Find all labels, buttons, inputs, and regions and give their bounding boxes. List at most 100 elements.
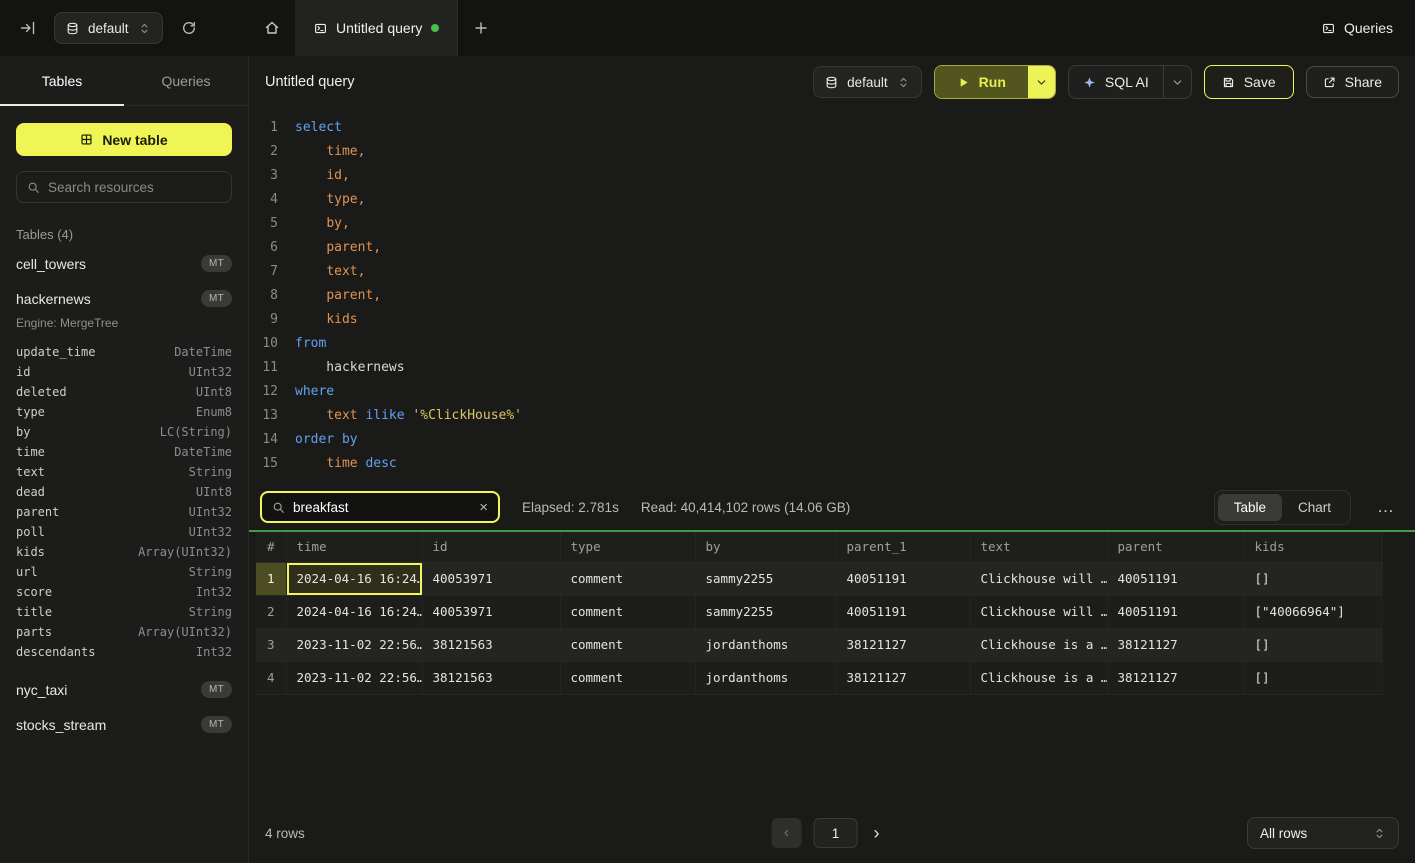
column-header-2[interactable]: id [422, 532, 560, 562]
column-header-1[interactable]: time [286, 532, 422, 562]
sql-ai-button[interactable]: SQL AI [1069, 66, 1163, 98]
sidebar-table-nyc_taxi[interactable]: nyc_taxiMT [0, 672, 248, 707]
table-cell[interactable]: 40051191 [836, 562, 970, 595]
sql-ai-caret[interactable] [1163, 66, 1191, 98]
table-cell[interactable]: 40051191 [1107, 595, 1244, 628]
code-text: hackernews [295, 356, 405, 380]
home-tab[interactable] [249, 0, 296, 56]
column-type: Int32 [196, 585, 232, 599]
next-page-button[interactable]: › [870, 823, 884, 844]
table-cell[interactable]: 38121563 [422, 661, 560, 694]
query-tab[interactable]: Untitled query [296, 0, 458, 56]
column-name: text [16, 465, 45, 479]
chevrons-updown-icon [138, 22, 151, 35]
table-cell[interactable]: 2024-04-16 16:24… [286, 595, 422, 628]
collapse-sidebar-button[interactable] [14, 14, 42, 42]
table-cell[interactable]: 38121127 [836, 628, 970, 661]
view-tab-table[interactable]: Table [1218, 494, 1282, 521]
line-number: 5 [249, 212, 295, 236]
column-header-3[interactable]: type [560, 532, 695, 562]
table-cell[interactable]: Clickhouse will … [970, 562, 1107, 595]
filter-results-input[interactable] [293, 500, 471, 515]
table-cell[interactable]: comment [560, 628, 695, 661]
save-button[interactable]: Save [1204, 65, 1294, 99]
sidebar-table-hackernews[interactable]: hackernewsMT [0, 281, 248, 316]
new-table-label: New table [102, 132, 167, 148]
table-cell[interactable]: jordanthoms [695, 628, 836, 661]
topbar-database-selector[interactable]: default [54, 12, 163, 44]
column-name: score [16, 585, 52, 599]
query-tab-label: Untitled query [336, 20, 422, 36]
column-header-0[interactable]: # [256, 532, 286, 562]
current-page-button[interactable]: 1 [814, 818, 858, 848]
prev-page-button[interactable]: ‹ [772, 818, 802, 848]
table-cell[interactable]: Clickhouse will … [970, 595, 1107, 628]
share-button[interactable]: Share [1306, 66, 1399, 98]
table-cell[interactable]: sammy2255 [695, 562, 836, 595]
sql-editor[interactable]: 1select2 time,3 id,4 type,5 by,6 parent,… [249, 108, 1415, 484]
table-cell[interactable]: Clickhouse is a … [970, 661, 1107, 694]
table-cell[interactable]: [] [1244, 661, 1382, 694]
table-cell[interactable]: 38121563 [422, 628, 560, 661]
code-text: type, [295, 188, 365, 212]
code-token: type, [326, 192, 365, 207]
table-cell[interactable]: 38121127 [1107, 628, 1244, 661]
column-name: parent [16, 505, 59, 519]
table-cell[interactable]: 2024-04-16 16:24… [286, 562, 422, 595]
refresh-icon [181, 20, 197, 36]
row-number: 4 [256, 661, 286, 694]
code-token: select [295, 120, 342, 135]
table-cell[interactable]: comment [560, 562, 695, 595]
column-name: kids [16, 545, 45, 559]
sidebar-tabs: Tables Queries [0, 56, 248, 106]
page-size-select[interactable]: All rows [1247, 817, 1399, 849]
view-tab-chart[interactable]: Chart [1282, 494, 1347, 521]
queries-button[interactable]: Queries [1322, 20, 1393, 36]
table-cell[interactable]: 2023-11-02 22:56… [286, 661, 422, 694]
table-cell[interactable]: jordanthoms [695, 661, 836, 694]
sidebar-tab-tables[interactable]: Tables [0, 56, 124, 105]
table-cell[interactable]: comment [560, 595, 695, 628]
table-cell[interactable]: [] [1244, 628, 1382, 661]
column-type: LC(String) [160, 425, 232, 439]
table-cell[interactable]: 2023-11-02 22:56… [286, 628, 422, 661]
refresh-button[interactable] [175, 14, 203, 42]
column-row: parentUInt32 [16, 502, 232, 522]
code-token [295, 192, 326, 207]
table-cell[interactable]: comment [560, 661, 695, 694]
table-cell[interactable]: ["40066964"] [1244, 595, 1382, 628]
column-header-8[interactable]: kids [1244, 532, 1382, 562]
sidebar-tab-queries[interactable]: Queries [124, 56, 248, 105]
table-row: 12024-04-16 16:24…40053971commentsammy22… [256, 562, 1382, 595]
table-cell[interactable]: 40051191 [1107, 562, 1244, 595]
table-cell[interactable]: sammy2255 [695, 595, 836, 628]
results-filter[interactable]: × [260, 491, 500, 523]
sidebar-table-cell_towers[interactable]: cell_towersMT [0, 246, 248, 281]
column-header-6[interactable]: text [970, 532, 1107, 562]
grid-header-row: #timeidtypebyparent_1textparentkids [256, 532, 1382, 562]
search-resources-input[interactable] [48, 180, 225, 195]
table-cell[interactable]: 40053971 [422, 562, 560, 595]
column-header-7[interactable]: parent [1107, 532, 1244, 562]
header-database-selector[interactable]: default [813, 66, 922, 98]
table-cell[interactable]: 38121127 [1107, 661, 1244, 694]
table-cell[interactable]: 38121127 [836, 661, 970, 694]
table-cell[interactable]: 40053971 [422, 595, 560, 628]
sidebar-table-stocks_stream[interactable]: stocks_streamMT [0, 707, 248, 742]
run-button[interactable]: Run [935, 66, 1028, 98]
run-options-caret[interactable] [1028, 66, 1055, 98]
column-name: by [16, 425, 30, 439]
column-header-5[interactable]: parent_1 [836, 532, 970, 562]
code-text: text ilike '%ClickHouse%' [295, 404, 522, 428]
new-table-button[interactable]: New table [16, 123, 232, 156]
app-root: default Untitled query Querie [0, 0, 1415, 863]
column-header-4[interactable]: by [695, 532, 836, 562]
more-options-button[interactable]: … [1373, 497, 1399, 517]
table-cell[interactable]: Clickhouse is a … [970, 628, 1107, 661]
table-cell[interactable]: 40051191 [836, 595, 970, 628]
new-tab-button[interactable] [458, 0, 504, 56]
tables-list: cell_towersMThackernewsMTEngine: MergeTr… [0, 246, 248, 742]
clear-filter-icon[interactable]: × [479, 499, 488, 516]
sidebar-search[interactable] [16, 171, 232, 203]
table-cell[interactable]: [] [1244, 562, 1382, 595]
